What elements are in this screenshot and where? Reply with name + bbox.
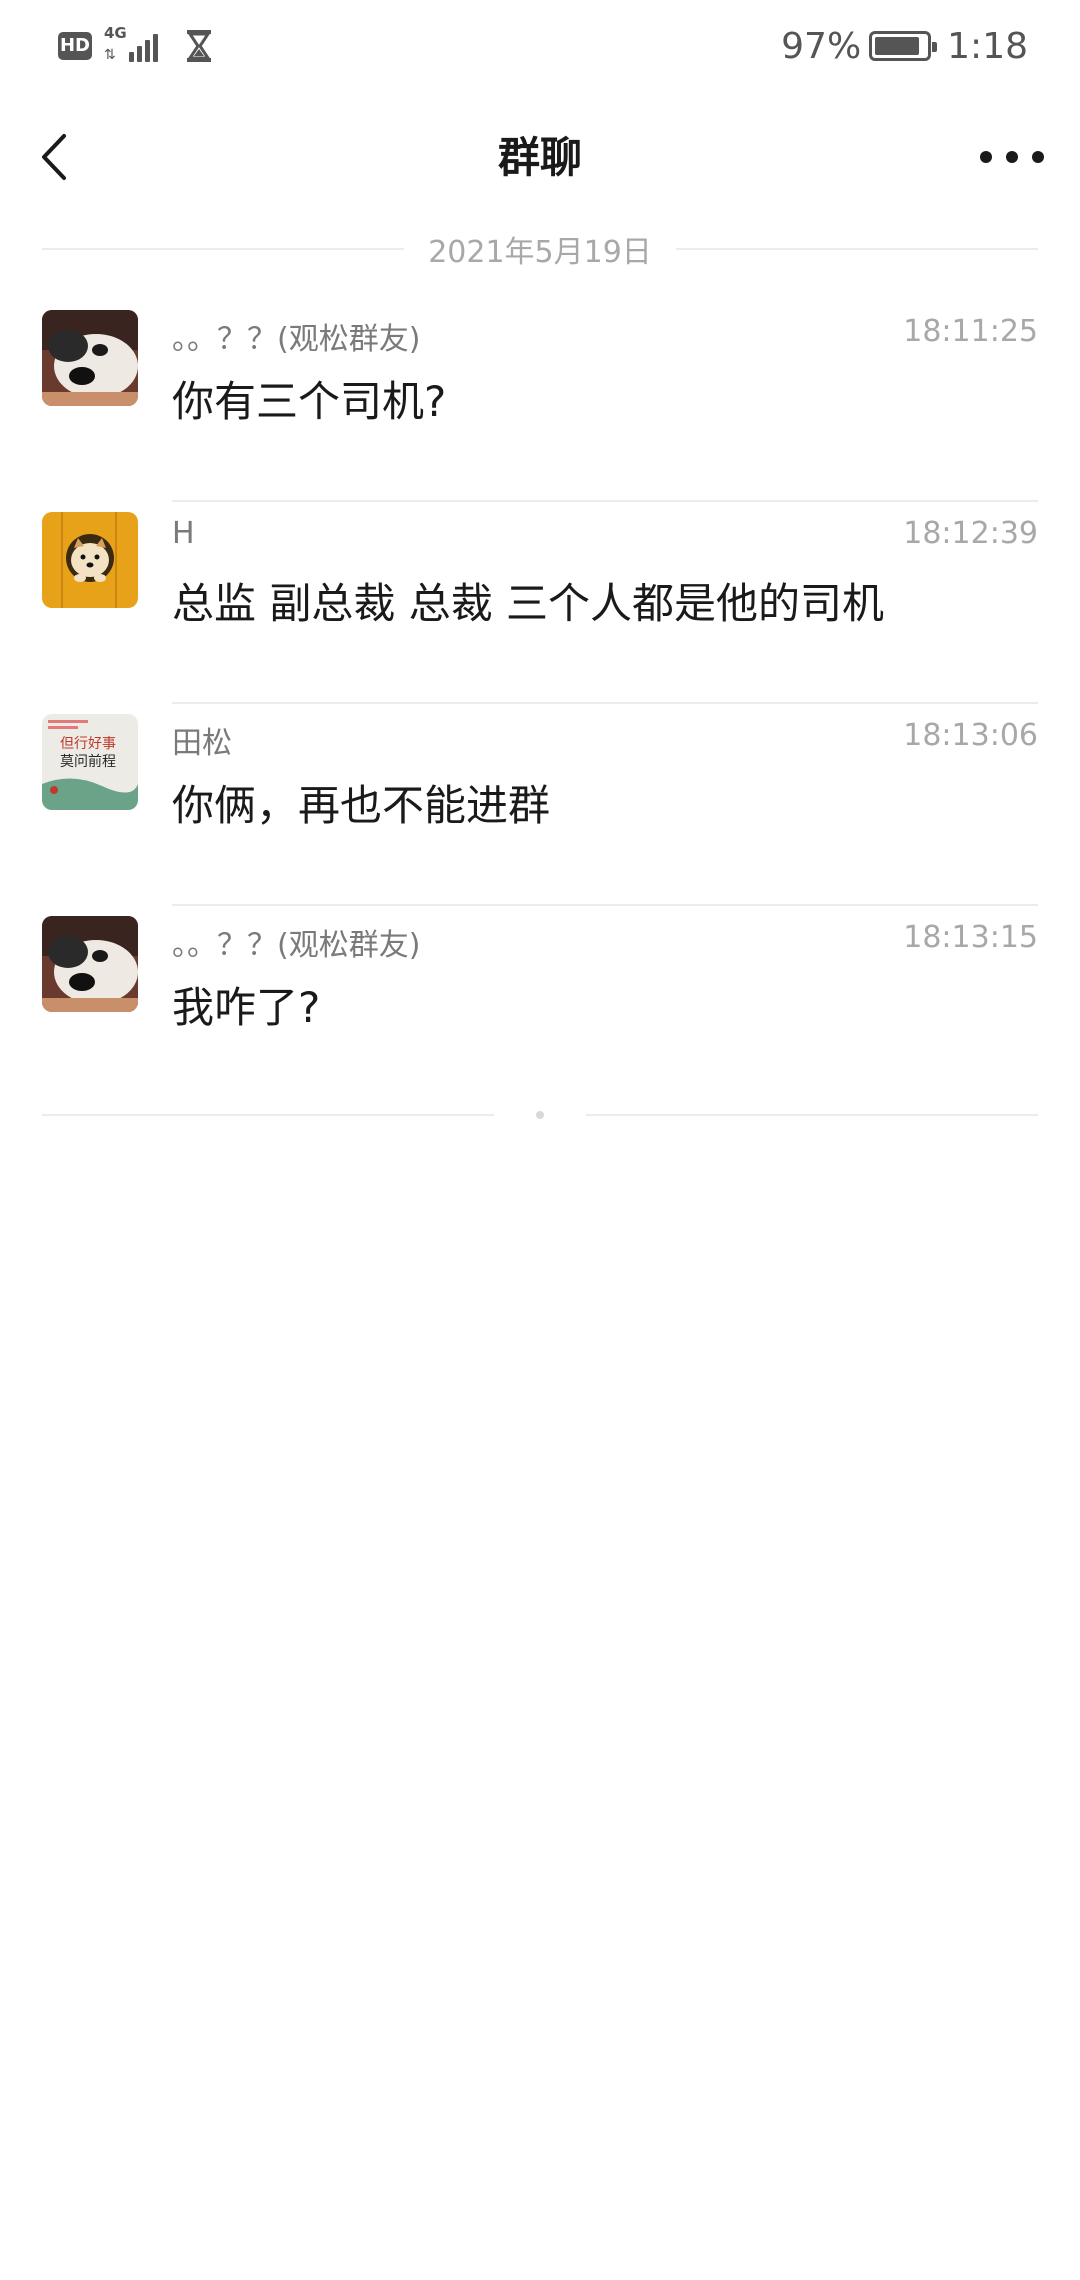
message-item[interactable]: H 18:12:39 总监 副总裁 总裁 三个人都是他的司机 [0,502,1080,704]
message-item[interactable]: 但行好事 莫问前程 田松 18:13:06 你俩，再也不能进群 [0,704,1080,906]
network-indicator: 4G ⇅ [104,24,172,66]
status-clock: 1:18 [947,25,1028,67]
signal-strength-icon [126,34,158,62]
divider-line [42,248,405,250]
shiba-in-hole-avatar[interactable] [42,512,138,608]
message-list: 。。？？(观松群友) 18:11:25 你有三个司机? H 18:12:39 总… [0,300,1080,1108]
sender-name: 。。？？(观松群友) [172,322,421,357]
poster-avatar[interactable]: 但行好事 莫问前程 [42,714,138,810]
hd-badge: HD [58,32,92,60]
message-text: 总监 副总裁 总裁 三个人都是他的司机 [172,579,885,628]
divider-line [586,1114,1038,1116]
hourglass-icon [187,30,211,62]
dog-face-avatar[interactable] [42,916,138,1012]
more-dots-icon[interactable] [980,140,1044,174]
message-time: 18:13:06 [903,718,1038,753]
page-title: 群聊 [497,133,582,182]
sender-name: 田松 [172,726,232,761]
separator-dot [536,1111,544,1119]
poster-text-line-2: 莫问前程 [60,753,116,770]
message-time: 18:12:39 [903,516,1038,551]
poster-text-line-1: 但行好事 [60,736,116,752]
divider-line [42,1114,494,1116]
message-time: 18:13:15 [903,920,1038,955]
battery-icon [869,31,938,61]
date-label: 2021年5月19日 [428,235,652,270]
date-separator: 2021年5月19日 [42,226,1039,272]
network-type-label: 4G [104,24,127,42]
message-item[interactable]: 。。？？(观松群友) 18:11:25 你有三个司机? [0,300,1080,502]
divider-line [675,248,1039,250]
status-left: HD 4G ⇅ [58,24,212,66]
data-arrows-icon: ⇅ [104,47,116,63]
title-bar: 群聊 [0,100,1080,212]
sender-name: H [172,516,195,551]
status-right: 97% 1:18 [781,26,1028,67]
message-item[interactable]: 。。？？(观松群友) 18:13:15 我咋了? [0,906,1080,1108]
message-text: 你俩，再也不能进群 [172,781,551,830]
dog-face-avatar[interactable] [42,310,138,406]
sender-name: 。。？？(观松群友) [172,928,421,963]
battery-percent: 97% [781,25,862,67]
end-of-history-separator [42,1100,1038,1130]
status-bar: HD 4G ⇅ 97% 1:18 [0,0,1080,92]
message-text: 我咋了? [172,983,321,1032]
message-time: 18:11:25 [903,314,1038,349]
message-text: 你有三个司机? [172,377,447,426]
